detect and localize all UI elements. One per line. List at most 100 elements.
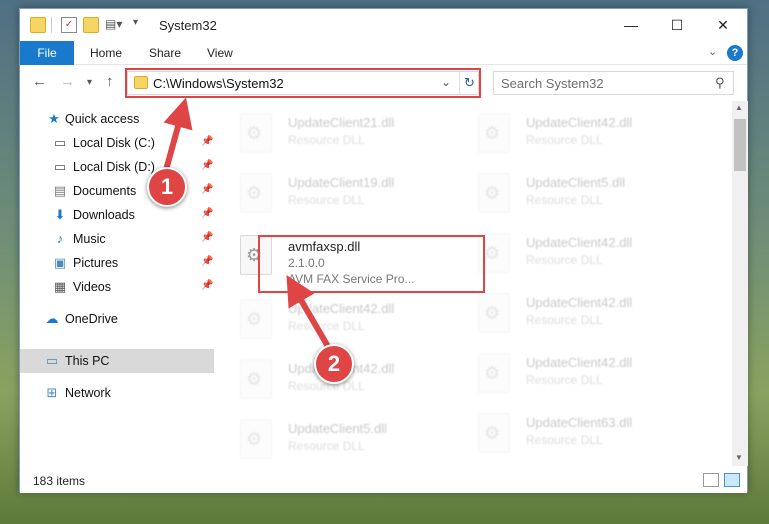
sidebar-item-label: Network xyxy=(65,386,111,400)
pin-icon[interactable]: 📌 xyxy=(201,280,213,291)
documents-icon: ▤ xyxy=(53,183,67,198)
help-icon[interactable]: ? xyxy=(727,45,743,61)
maximize-button[interactable]: ☐ xyxy=(654,9,700,41)
tab-file[interactable]: File xyxy=(20,41,74,65)
file-item[interactable]: UpdateClient21.dll Resource DLL xyxy=(232,107,462,159)
sidebar-item-label: Local Disk (D:) xyxy=(73,160,155,174)
cloud-icon: ☁ xyxy=(45,311,59,326)
recent-locations-icon[interactable]: ▾ xyxy=(87,77,92,88)
pin-icon[interactable]: 📌 xyxy=(201,232,213,243)
large-icons-view-icon[interactable] xyxy=(724,473,740,487)
new-folder-icon[interactable] xyxy=(83,17,99,33)
minimize-button[interactable]: — xyxy=(608,9,654,41)
dll-file-icon xyxy=(478,173,510,213)
tab-share[interactable]: Share xyxy=(149,41,181,65)
sidebar-item-label: Music xyxy=(73,232,106,246)
pin-icon[interactable]: 📌 xyxy=(201,184,213,195)
sidebar-item-quick-access[interactable]: ★ Quick access xyxy=(20,107,214,131)
folder-icon xyxy=(30,17,46,33)
file-description: Resource DLL xyxy=(526,193,603,207)
dll-file-icon xyxy=(240,299,272,339)
separator xyxy=(51,17,52,33)
navigation-pane: ★ Quick access ▭ Local Disk (C:) 📌 ▭ Loc… xyxy=(20,101,214,466)
star-icon: ★ xyxy=(48,111,60,126)
dll-file-icon xyxy=(240,173,272,213)
computer-icon: ▭ xyxy=(45,353,59,368)
forward-arrow-icon[interactable]: → xyxy=(60,73,75,90)
title-bar: ✓ ▤▾ ▾ System32 — ☐ ✕ xyxy=(20,9,747,41)
search-input[interactable] xyxy=(501,75,701,91)
drive-icon: ▭ xyxy=(53,159,67,174)
videos-icon: ▦ xyxy=(53,279,67,294)
sidebar-item-label: Documents xyxy=(73,184,137,198)
file-description: Resource DLL xyxy=(288,193,365,207)
file-item[interactable]: UpdateClient42.dll Resource DLL xyxy=(470,107,700,159)
file-name: UpdateClient63.dll xyxy=(526,415,633,430)
file-item[interactable]: UpdateClient42.dll Resource DLL xyxy=(470,227,700,279)
file-name: UpdateClient42.dll xyxy=(526,355,633,370)
dll-file-icon xyxy=(240,113,272,153)
pin-icon[interactable]: 📌 xyxy=(201,208,213,219)
up-arrow-icon[interactable]: ↑ xyxy=(106,73,114,90)
tab-home[interactable]: Home xyxy=(90,41,122,65)
back-arrow-icon[interactable]: ← xyxy=(32,73,47,90)
file-name: UpdateClient42.dll xyxy=(526,235,633,250)
file-item[interactable]: UpdateClient5.dll Resource DLL xyxy=(232,413,462,465)
file-name: UpdateClient42.dll xyxy=(288,301,395,316)
file-item[interactable]: UpdateClient5.dll Resource DLL xyxy=(470,167,700,219)
file-description: Resource DLL xyxy=(526,433,603,447)
vertical-scrollbar[interactable]: ▲ ▼ xyxy=(732,101,748,466)
sidebar-item-pictures[interactable]: ▣ Pictures 📌 xyxy=(20,251,214,275)
file-description: Resource DLL xyxy=(526,133,603,147)
file-description: Resource DLL xyxy=(526,313,603,327)
close-button[interactable]: ✕ xyxy=(700,9,746,41)
ribbon-expand-icon[interactable]: ⌄ xyxy=(708,45,717,58)
file-highlight-box xyxy=(258,235,485,293)
sidebar-item-local-disk-c[interactable]: ▭ Local Disk (C:) 📌 xyxy=(20,131,214,155)
pin-icon[interactable]: 📌 xyxy=(201,256,213,267)
sidebar-item-label: Videos xyxy=(73,280,111,294)
scroll-up-icon[interactable]: ▲ xyxy=(735,103,743,112)
pin-icon[interactable]: 📌 xyxy=(201,136,213,147)
quick-access-dropdown-icon[interactable]: ▾ xyxy=(133,17,149,33)
customize-toolbar-icon[interactable]: ▤▾ xyxy=(105,17,122,33)
sidebar-item-network[interactable]: ⊞ Network xyxy=(20,381,214,405)
sidebar-item-local-disk-d[interactable]: ▭ Local Disk (D:) 📌 xyxy=(20,155,214,179)
file-description: Resource DLL xyxy=(288,439,365,453)
sidebar-item-downloads[interactable]: ⬇ Downloads 📌 xyxy=(20,203,214,227)
pin-icon[interactable]: 📌 xyxy=(201,160,213,171)
file-name: UpdateClient42.dll xyxy=(526,295,633,310)
sidebar-item-music[interactable]: ♪ Music 📌 xyxy=(20,227,214,251)
file-item[interactable]: UpdateClient63.dll Resource DLL xyxy=(470,407,700,459)
sidebar-item-label: Pictures xyxy=(73,256,119,270)
sidebar-item-label: Local Disk (C:) xyxy=(73,136,155,150)
item-count: 183 items xyxy=(33,474,86,488)
scroll-down-icon[interactable]: ▼ xyxy=(735,453,743,462)
sidebar-item-label: OneDrive xyxy=(65,312,118,326)
file-item[interactable]: UpdateClient42.dll Resource DLL xyxy=(470,287,700,339)
window-title: System32 xyxy=(159,18,217,33)
pictures-icon: ▣ xyxy=(53,255,67,270)
file-name: UpdateClient21.dll xyxy=(288,115,395,130)
dll-file-icon xyxy=(478,113,510,153)
file-item[interactable]: UpdateClient42.dll Resource DLL xyxy=(232,293,462,345)
download-icon: ⬇ xyxy=(54,207,66,222)
file-description: Resource DLL xyxy=(288,319,365,333)
properties-icon[interactable]: ✓ xyxy=(61,17,77,33)
details-view-icon[interactable] xyxy=(703,473,719,487)
sidebar-item-label: Downloads xyxy=(73,208,135,222)
step-2-callout: 2 xyxy=(314,344,354,384)
navigation-bar: ← → ▾ ↑ C:\Windows\System32 ⌄ ↻ ⚲ xyxy=(20,65,747,101)
search-icon[interactable]: ⚲ xyxy=(715,75,725,91)
file-name: UpdateClient19.dll xyxy=(288,175,395,190)
search-box[interactable]: ⚲ xyxy=(493,71,734,95)
sidebar-item-onedrive[interactable]: ☁ OneDrive xyxy=(20,307,214,331)
sidebar-item-videos[interactable]: ▦ Videos 📌 xyxy=(20,275,214,299)
file-explorer-window: ✓ ▤▾ ▾ System32 — ☐ ✕ File Home Share Vi… xyxy=(19,8,748,493)
sidebar-item-this-pc[interactable]: ▭ This PC xyxy=(20,349,214,373)
scrollbar-thumb[interactable] xyxy=(734,119,746,171)
file-list: UpdateClient21.dll Resource DLL UpdateCl… xyxy=(232,101,730,466)
file-item[interactable]: UpdateClient42.dll Resource DLL xyxy=(470,347,700,399)
tab-view[interactable]: View xyxy=(207,41,233,65)
file-item[interactable]: UpdateClient19.dll Resource DLL xyxy=(232,167,462,219)
